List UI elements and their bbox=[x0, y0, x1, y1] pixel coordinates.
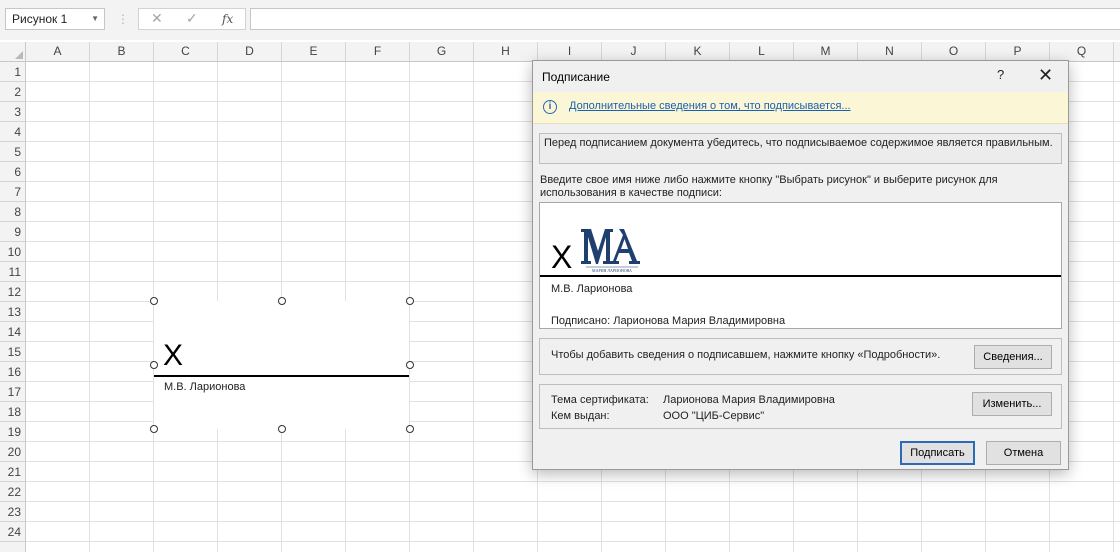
column-header-a[interactable]: A bbox=[26, 42, 90, 61]
row-header-10[interactable]: 10 bbox=[0, 242, 25, 262]
column-header-o[interactable]: O bbox=[922, 42, 986, 61]
row-header-18[interactable]: 18 bbox=[0, 402, 25, 422]
resize-handle-bottom-right[interactable] bbox=[406, 425, 414, 433]
row-header-9[interactable]: 9 bbox=[0, 222, 25, 242]
row-header-22[interactable]: 22 bbox=[0, 482, 25, 502]
row-header-1[interactable]: 1 bbox=[0, 62, 25, 82]
row-header-2[interactable]: 2 bbox=[0, 82, 25, 102]
sign-dialog: Подписание ? ✕ i Дополнительные сведения… bbox=[532, 60, 1069, 470]
row-header-15[interactable]: 15 bbox=[0, 342, 25, 362]
row-header-4[interactable]: 4 bbox=[0, 122, 25, 142]
signature-line-object[interactable]: X М.В. Ларионова bbox=[154, 301, 409, 429]
more-info-link[interactable]: Дополнительные сведения о том, что подпи… bbox=[569, 100, 851, 112]
cancel-button[interactable]: Отмена bbox=[986, 441, 1061, 465]
signature-line bbox=[540, 275, 1061, 277]
row-header-21[interactable]: 21 bbox=[0, 462, 25, 482]
row-header-3[interactable]: 3 bbox=[0, 102, 25, 122]
resize-handle-top[interactable] bbox=[278, 297, 286, 305]
signature-line bbox=[154, 375, 409, 377]
column-header-j[interactable]: J bbox=[602, 42, 666, 61]
column-header-f[interactable]: F bbox=[346, 42, 410, 61]
row-header-19[interactable]: 19 bbox=[0, 422, 25, 442]
row-header-bar: 1 2 3 4 5 6 7 8 9 10 11 12 13 14 15 16 17 18 19 20 21 22 23 24 bbox=[0, 62, 26, 552]
signature-x-mark: X bbox=[551, 239, 573, 275]
row-header-11[interactable]: 11 bbox=[0, 262, 25, 282]
column-header-i[interactable]: I bbox=[538, 42, 602, 61]
column-header-g[interactable]: G bbox=[410, 42, 474, 61]
certificate-issuer-value: ООО "ЦИБ-Сервис" bbox=[663, 410, 765, 422]
details-button[interactable]: Сведения... bbox=[974, 345, 1052, 369]
column-header-h[interactable]: H bbox=[474, 42, 538, 61]
column-header-e[interactable]: E bbox=[282, 42, 346, 61]
chevron-down-icon[interactable]: ▼ bbox=[91, 9, 99, 29]
grip-icon: ⋮ bbox=[117, 12, 129, 26]
row-header-12[interactable]: 12 bbox=[0, 282, 25, 302]
row-header-24[interactable]: 24 bbox=[0, 522, 25, 542]
certificate-subject-label: Тема сертификата: bbox=[551, 394, 649, 406]
resize-handle-right[interactable] bbox=[406, 361, 414, 369]
select-all-button[interactable] bbox=[0, 42, 26, 61]
sign-button[interactable]: Подписать bbox=[900, 441, 975, 465]
column-header-p[interactable]: P bbox=[986, 42, 1050, 61]
certificate-group: Тема сертификата: Ларионова Мария Владим… bbox=[539, 384, 1062, 429]
signature-input-area[interactable]: X МАРИЯ ЛАРИОНОВА М.В. Ларионова Подписа… bbox=[539, 202, 1062, 329]
column-header-bar: ABCDEFGHIJKLMNOPQ bbox=[0, 42, 1120, 62]
signer-details-text: Чтобы добавить сведения о подписавшем, н… bbox=[551, 349, 941, 361]
logo-caption: МАРИЯ ЛАРИОНОВА bbox=[592, 268, 632, 273]
change-certificate-button[interactable]: Изменить... bbox=[972, 392, 1052, 416]
cancel-entry-icon[interactable]: ✕ bbox=[151, 10, 163, 27]
certificate-subject-value: Ларионова Мария Владимировна bbox=[663, 394, 835, 406]
enter-entry-icon[interactable]: ✓ bbox=[186, 10, 198, 27]
row-header-8[interactable]: 8 bbox=[0, 202, 25, 222]
insert-function-icon[interactable]: fx bbox=[222, 12, 233, 26]
formula-bar: Рисунок 1 ▼ ⋮ ✕ ✓ fx bbox=[0, 0, 1120, 40]
signature-signer-name: М.В. Ларионова bbox=[164, 381, 246, 393]
verify-content-notice: Перед подписанием документа убедитесь, ч… bbox=[539, 133, 1062, 164]
column-header-k[interactable]: K bbox=[666, 42, 730, 61]
column-header-d[interactable]: D bbox=[218, 42, 282, 61]
row-header-6[interactable]: 6 bbox=[0, 162, 25, 182]
resize-handle-top-right[interactable] bbox=[406, 297, 414, 305]
signer-details-group: Чтобы добавить сведения о подписавшем, н… bbox=[539, 338, 1062, 375]
info-bar: i Дополнительные сведения о том, что под… bbox=[533, 92, 1068, 124]
column-header-b[interactable]: B bbox=[90, 42, 154, 61]
column-header-q[interactable]: Q bbox=[1050, 42, 1114, 61]
formula-input[interactable] bbox=[250, 8, 1120, 30]
row-header-13[interactable]: 13 bbox=[0, 302, 25, 322]
certificate-issuer-label: Кем выдан: bbox=[551, 410, 610, 422]
resize-handle-left[interactable] bbox=[150, 361, 158, 369]
formula-buttons: ✕ ✓ fx bbox=[138, 8, 246, 30]
column-header-c[interactable]: C bbox=[154, 42, 218, 61]
signature-x-mark: X bbox=[163, 339, 184, 372]
row-header-5[interactable]: 5 bbox=[0, 142, 25, 162]
resize-handle-bottom-left[interactable] bbox=[150, 425, 158, 433]
help-icon[interactable]: ? bbox=[997, 67, 1004, 82]
signature-logo-image: МАРИЯ ЛАРИОНОВА bbox=[581, 229, 640, 273]
name-box-value: Рисунок 1 bbox=[12, 12, 68, 26]
column-header-l[interactable]: L bbox=[730, 42, 794, 61]
column-header-m[interactable]: M bbox=[794, 42, 858, 61]
column-header-n[interactable]: N bbox=[858, 42, 922, 61]
resize-handle-bottom[interactable] bbox=[278, 425, 286, 433]
row-header-7[interactable]: 7 bbox=[0, 182, 25, 202]
signature-signer-name: М.В. Ларионова bbox=[551, 283, 633, 295]
info-icon: i bbox=[543, 100, 557, 114]
row-header-14[interactable]: 14 bbox=[0, 322, 25, 342]
row-header-20[interactable]: 20 bbox=[0, 442, 25, 462]
close-icon[interactable]: ✕ bbox=[1038, 65, 1053, 86]
resize-handle-top-left[interactable] bbox=[150, 297, 158, 305]
name-box[interactable]: Рисунок 1 ▼ bbox=[5, 8, 105, 30]
row-header-17[interactable]: 17 bbox=[0, 382, 25, 402]
dialog-title: Подписание bbox=[542, 70, 610, 84]
row-header-23[interactable]: 23 bbox=[0, 502, 25, 522]
signature-prompt: Введите свое имя ниже либо нажмите кнопк… bbox=[540, 174, 998, 199]
row-header-16[interactable]: 16 bbox=[0, 362, 25, 382]
signed-by-text: Подписано: Ларионова Мария Владимировна bbox=[551, 315, 786, 327]
